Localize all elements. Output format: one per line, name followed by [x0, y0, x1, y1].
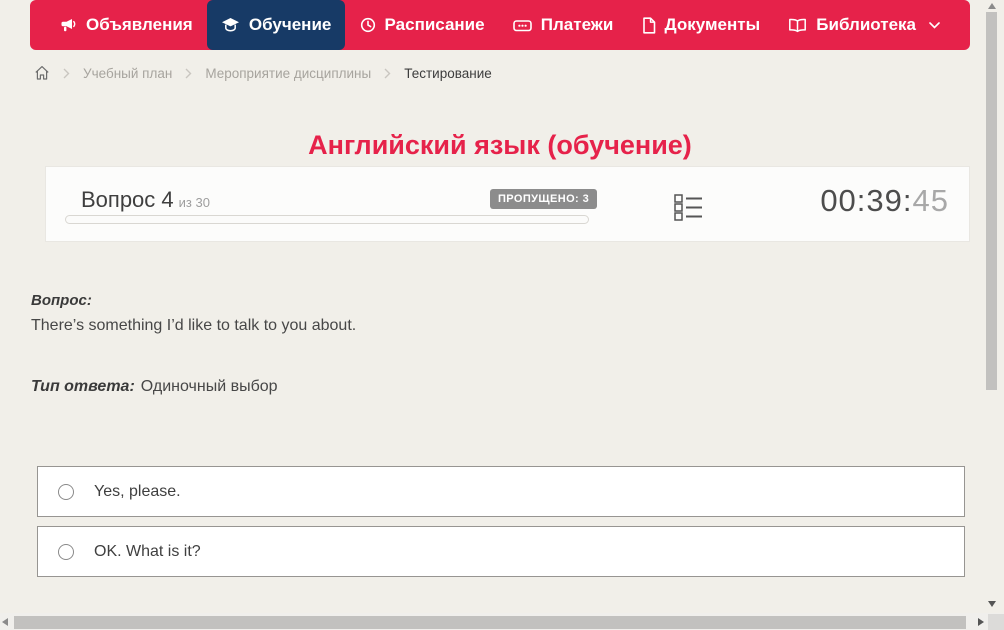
chevron-right-icon: [384, 68, 391, 79]
document-icon: [642, 17, 656, 34]
nav-item-documents[interactable]: Документы: [628, 0, 775, 50]
timer-seconds: 45: [913, 183, 949, 218]
answer-option-2[interactable]: OK. What is it?: [37, 526, 965, 577]
breadcrumb-current-testing: Тестирование: [404, 66, 492, 81]
answer-type-row: Тип ответа: Одиночный выбор: [31, 378, 278, 396]
question-number-label: Вопрос 4: [81, 187, 174, 212]
breadcrumb-study-plan[interactable]: Учебный план: [83, 66, 172, 81]
question-list-icon[interactable]: [674, 192, 703, 226]
timer-hours-minutes: 00:39:: [820, 183, 912, 218]
nav-item-announcements[interactable]: Объявления: [46, 0, 207, 50]
vertical-scrollbar-thumb[interactable]: [986, 12, 997, 390]
answer-type-value: Одиночный выбор: [141, 378, 278, 395]
scroll-up-arrow-icon[interactable]: [988, 3, 996, 9]
megaphone-icon: [60, 18, 77, 33]
graduation-cap-icon: [221, 17, 240, 33]
clock-icon: [360, 17, 376, 33]
chevron-right-icon: [185, 68, 192, 79]
banknote-icon: [513, 18, 532, 33]
chevron-right-icon: [63, 68, 70, 79]
question-number: Вопрос 4 из 30: [81, 187, 210, 213]
nav-item-label: Библиотека: [816, 15, 916, 35]
answer-option-label: Yes, please.: [94, 483, 181, 501]
horizontal-scrollbar-thumb[interactable]: [14, 616, 966, 629]
home-icon[interactable]: [34, 65, 50, 81]
scrollbar-corner: [988, 614, 1004, 630]
answer-option-label: OK. What is it?: [94, 543, 201, 561]
breadcrumb: Учебный план Мероприятие дисциплины Тест…: [34, 61, 492, 85]
scroll-down-arrow-icon[interactable]: [988, 601, 996, 607]
radio-button[interactable]: [58, 484, 74, 500]
scroll-left-arrow-icon[interactable]: [2, 618, 8, 626]
answer-option-1[interactable]: Yes, please.: [37, 466, 965, 517]
chevron-down-icon: [929, 22, 940, 29]
nav-item-label: Платежи: [541, 15, 614, 35]
nav-item-label: Документы: [665, 15, 761, 35]
quiz-header-bar: Вопрос 4 из 30 ПРОПУЩЕНО: 3 00:39:45: [45, 166, 970, 242]
nav-item-schedule[interactable]: Расписание: [346, 0, 499, 50]
question-progress-bar: [65, 215, 589, 224]
answer-type-label: Тип ответа:: [31, 378, 135, 395]
nav-item-library[interactable]: Библиотека: [774, 0, 954, 50]
nav-item-label: Обучение: [249, 15, 331, 35]
scroll-right-arrow-icon[interactable]: [978, 618, 984, 626]
nav-item-label: Объявления: [86, 15, 193, 35]
nav-item-payments[interactable]: Платежи: [499, 0, 628, 50]
radio-button[interactable]: [58, 544, 74, 560]
nav-item-label: Расписание: [385, 15, 485, 35]
countdown-timer: 00:39:45: [820, 183, 949, 219]
skipped-badge: ПРОПУЩЕНО: 3: [490, 189, 597, 209]
page-title: Английский язык (обучение): [30, 130, 970, 161]
question-of-label: из 30: [179, 195, 210, 210]
open-book-icon: [788, 18, 807, 33]
top-navigation: Объявления Обучение Расписание Платежи Д…: [30, 0, 970, 50]
question-heading: Вопрос:: [31, 292, 92, 309]
breadcrumb-discipline-event[interactable]: Мероприятие дисциплины: [205, 66, 371, 81]
question-text: There’s something I’d like to talk to yo…: [31, 317, 356, 335]
nav-item-learning[interactable]: Обучение: [207, 0, 345, 50]
